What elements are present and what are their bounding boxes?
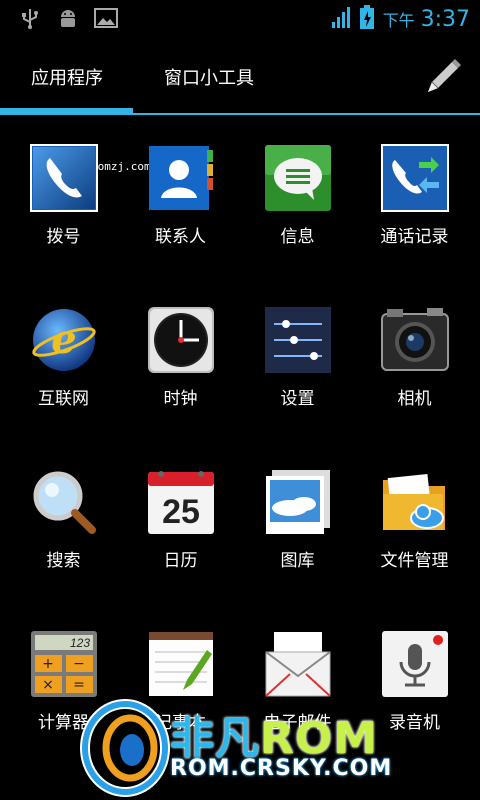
tab-indicator (0, 108, 133, 115)
tab-bar: 应用程序 窗口小工具 (0, 38, 480, 118)
app-camera[interactable]: 相机 (356, 302, 473, 409)
app-dialer[interactable]: 拨号 (5, 140, 122, 247)
app-label: 文件管理 (380, 551, 449, 571)
app-label: 日历 (163, 551, 198, 571)
app-label: 时钟 (163, 389, 198, 409)
usb-icon (18, 6, 42, 30)
tab-widgets[interactable]: 窗口小工具 (164, 64, 254, 90)
svg-text:−: − (73, 656, 85, 672)
svg-text:×: × (42, 677, 54, 693)
app-call-log[interactable]: 通话记录 (356, 140, 473, 247)
calendar-day: 25 (162, 493, 200, 531)
file-manager-icon (381, 468, 449, 536)
app-file-manager[interactable]: 文件管理 (356, 464, 473, 571)
clock: 3:37 (420, 6, 470, 32)
svg-text:e: e (51, 316, 76, 363)
app-search[interactable]: 搜索 (5, 464, 122, 571)
calculator-icon: 123 + − × = (30, 630, 98, 698)
call-log-icon (380, 144, 449, 212)
phone-icon (29, 144, 98, 212)
app-label: 设置 (280, 389, 315, 409)
browser-icon: e (30, 306, 98, 374)
pencil-icon[interactable] (422, 56, 464, 98)
settings-icon (264, 306, 332, 374)
app-clock[interactable]: 时钟 (122, 302, 239, 409)
app-label: 信息 (280, 227, 315, 247)
contacts-icon (147, 144, 215, 212)
app-label: 拨号 (46, 227, 81, 247)
image-icon (94, 6, 118, 30)
signal-icon (331, 5, 351, 33)
notepad-icon (147, 630, 215, 698)
app-label: 通话记录 (380, 227, 449, 247)
app-messaging[interactable]: 信息 (239, 140, 356, 247)
battery-charging-icon (359, 4, 375, 34)
svg-text:+: + (42, 656, 54, 672)
status-bar: 下午 3:37 (0, 0, 480, 38)
search-icon (30, 468, 98, 536)
app-gallery[interactable]: 图库 (239, 464, 356, 571)
calculator-display: 123 (69, 636, 89, 650)
android-debug-icon (56, 6, 80, 30)
app-label: 图库 (280, 551, 315, 571)
app-label: 联系人 (155, 227, 206, 247)
recorder-icon (381, 630, 449, 698)
watermark-logo: 非凡ROM ROM.CRSKY.COM (70, 690, 470, 800)
email-icon (264, 630, 332, 698)
logo-swirl-icon (80, 699, 170, 797)
app-label: 互联网 (38, 389, 89, 409)
logo-url: ROM.CRSKY.COM (170, 756, 393, 781)
app-settings[interactable]: 设置 (239, 302, 356, 409)
app-calendar[interactable]: 25 日历 (122, 464, 239, 571)
app-contacts[interactable]: 联系人 (122, 140, 239, 247)
clock-ampm: 下午 (382, 11, 415, 30)
messaging-icon (264, 144, 332, 212)
clock-icon (147, 306, 215, 374)
camera-icon (380, 306, 449, 374)
calendar-icon: 25 (147, 468, 215, 536)
app-label: 搜索 (46, 551, 81, 571)
gallery-icon (264, 468, 332, 536)
app-browser[interactable]: e 互联网 (5, 302, 122, 409)
tab-apps[interactable]: 应用程序 (31, 64, 103, 90)
app-label: 相机 (397, 389, 432, 409)
